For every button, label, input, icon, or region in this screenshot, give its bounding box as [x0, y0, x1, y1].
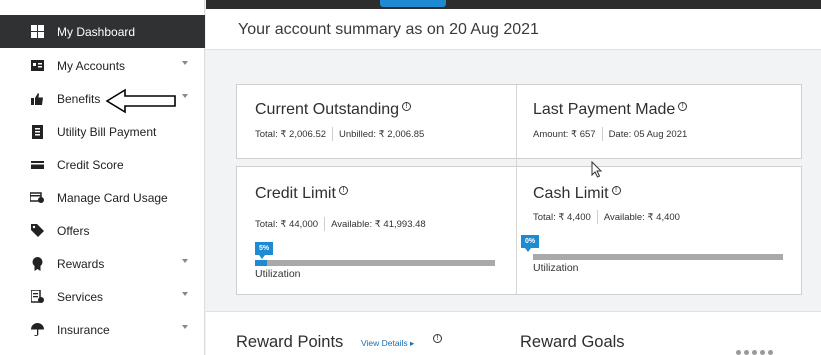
- view-details-link[interactable]: View Details ▸: [361, 338, 414, 349]
- cash-utilization-label: Utilization: [533, 262, 579, 274]
- sidebar-item-utility-bill-payment[interactable]: Utility Bill Payment: [0, 115, 205, 148]
- sidebar-item-manage-card-usage[interactable]: Manage Card Usage: [0, 181, 205, 214]
- reward-points-title: Reward Points: [236, 333, 343, 352]
- summary-header: Your account summary as on 20 Aug 2021: [206, 9, 821, 50]
- account-summary-panel: Current Outstanding! Total: ₹ 2,006.52 U…: [236, 84, 802, 295]
- last-payment-amount: Amount: ₹ 657: [533, 129, 596, 140]
- umbrella-icon: [30, 323, 44, 337]
- cash-limit-available: Available: ₹ 4,400: [603, 212, 680, 223]
- reward-goals-title: Reward Goals: [520, 333, 625, 351]
- sidebar-item-services[interactable]: Services: [0, 280, 205, 313]
- loader-dot: [752, 350, 757, 355]
- loading-dots: [736, 350, 816, 355]
- sidebar-item-label: Credit Score: [57, 157, 124, 172]
- credit-limit-total: Total: ₹ 44,000: [255, 219, 319, 230]
- sidebar-item-label: Offers: [57, 223, 90, 238]
- row-gap: [236, 158, 802, 167]
- meta-divider: [596, 210, 598, 224]
- credit-limit-available: Available: ₹ 41,993.48: [331, 219, 426, 230]
- manage-card-icon: [30, 191, 44, 205]
- sidebar-item-rewards[interactable]: Rewards: [0, 247, 205, 280]
- info-icon[interactable]: !: [338, 186, 348, 195]
- loader-dot: [768, 350, 773, 355]
- info-icon[interactable]: !: [678, 102, 688, 111]
- credit-limit-label: Credit Limit: [255, 185, 336, 202]
- meta-divider: [332, 127, 334, 141]
- cash-limit-label: Cash Limit: [533, 185, 609, 202]
- top-header-strip: [206, 0, 821, 9]
- reward-points-label: Reward Points: [236, 333, 344, 351]
- annotation-arrow-icon: [105, 88, 176, 114]
- chevron-down-icon[interactable]: [182, 61, 188, 65]
- sidebar-item-insurance[interactable]: Insurance: [0, 313, 205, 346]
- cash-limit-meta: Total: ₹ 4,400 Available: ₹ 4,400: [533, 210, 680, 224]
- sidebar-item-credit-score[interactable]: Credit Score: [0, 148, 205, 181]
- page-title: Your account summary as on 20 Aug 2021: [238, 21, 539, 38]
- sidebar-item-my-accounts[interactable]: My Accounts: [0, 49, 205, 82]
- sidebar-item-label: Utility Bill Payment: [57, 124, 157, 139]
- loader-dot: [744, 350, 749, 355]
- cash-utilization-badge: 0%: [521, 235, 540, 252]
- thumbs-up-icon: [30, 92, 44, 106]
- last-payment-title: Last Payment Made!: [533, 101, 688, 119]
- column-divider: [516, 85, 517, 294]
- loader-dot: [736, 350, 741, 355]
- sidebar-item-offers[interactable]: Offers: [0, 214, 205, 247]
- meta-divider: [324, 217, 326, 231]
- current-outstanding-title: Current Outstanding!: [255, 101, 412, 119]
- sidebar-item-label: Manage Card Usage: [57, 190, 168, 205]
- chevron-down-icon[interactable]: [182, 94, 188, 98]
- services-icon: [30, 290, 44, 304]
- credit-limit-meta: Total: ₹ 44,000 Available: ₹ 41,993.48: [255, 217, 426, 231]
- cash-limit-total: Total: ₹ 4,400: [533, 212, 591, 223]
- current-outstanding-meta: Total: ₹ 2,006.52 Unbilled: ₹ 2,006.85: [255, 127, 425, 141]
- credit-utilization-bar: [255, 260, 495, 266]
- credit-utilization-label: Utilization: [255, 268, 301, 280]
- last-payment-label: Last Payment Made: [533, 101, 676, 118]
- meta-divider: [601, 127, 603, 141]
- dashboard-grid-icon: [30, 25, 44, 39]
- rewards-section: Reward Points View Details ▸ ! Reward Go…: [206, 311, 821, 355]
- cash-limit-title: Cash Limit!: [533, 185, 621, 203]
- credit-limit-title: Credit Limit!: [255, 185, 348, 203]
- active-tab-indicator[interactable]: [380, 0, 446, 7]
- outstanding-unbilled: Unbilled: ₹ 2,006.85: [339, 129, 425, 140]
- cash-utilization-bar: [533, 254, 783, 260]
- info-icon[interactable]: !: [433, 334, 442, 343]
- tag-icon: [30, 224, 44, 238]
- outstanding-total: Total: ₹ 2,006.52: [255, 129, 327, 140]
- rewards-icon: [30, 256, 44, 271]
- sidebar-item-my-dashboard[interactable]: My Dashboard: [0, 15, 205, 48]
- last-payment-date: Date: 05 Aug 2021: [608, 129, 688, 140]
- current-outstanding-label: Current Outstanding: [255, 101, 400, 118]
- chevron-down-icon[interactable]: [182, 325, 188, 329]
- credit-utilization-badge: 5%: [255, 242, 274, 259]
- sidebar-item-label: My Dashboard: [57, 24, 136, 39]
- sidebar-nav: My Dashboard My Accounts Benefits Utilit…: [0, 0, 205, 355]
- credit-utilization-fill: [255, 260, 267, 266]
- bill-icon: [30, 124, 44, 139]
- loader-dot: [760, 350, 765, 355]
- credit-score-icon: [30, 158, 44, 172]
- last-payment-meta: Amount: ₹ 657 Date: 05 Aug 2021: [533, 127, 688, 141]
- chevron-down-icon[interactable]: [182, 259, 188, 263]
- accounts-card-icon: [30, 59, 44, 73]
- info-icon[interactable]: !: [402, 102, 412, 111]
- info-icon[interactable]: !: [611, 186, 621, 195]
- chevron-down-icon[interactable]: [182, 292, 188, 296]
- mouse-cursor-icon: [591, 161, 603, 178]
